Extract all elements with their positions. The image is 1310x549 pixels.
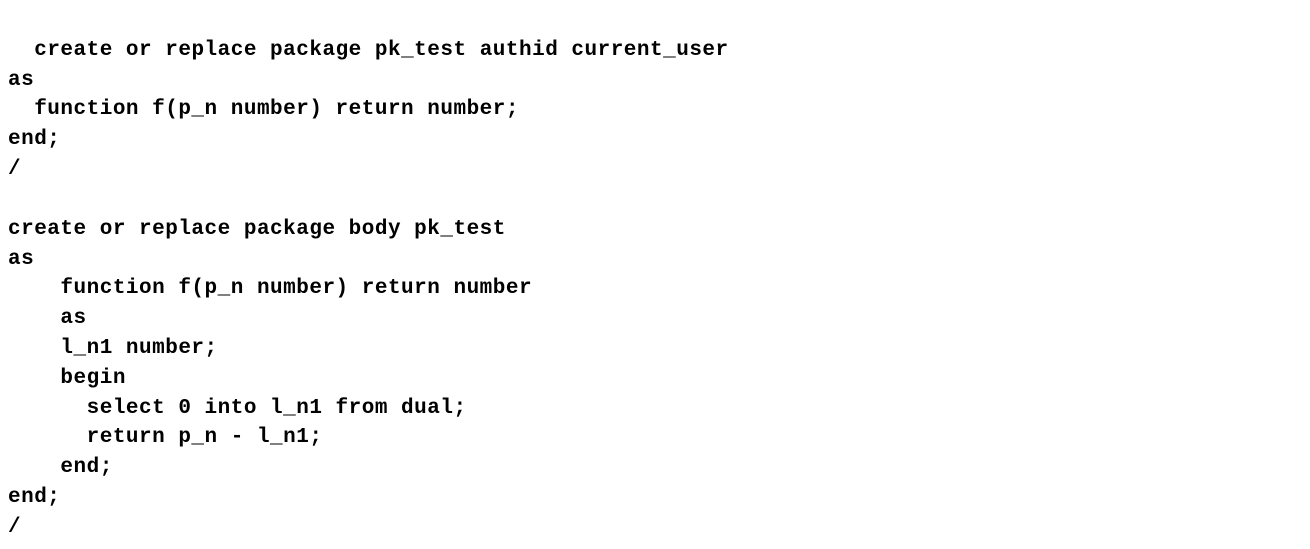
code-block: create or replace package pk_test authid… xyxy=(8,6,1302,543)
code-line: / xyxy=(8,158,21,181)
code-line: create or replace package body pk_test xyxy=(8,218,506,241)
code-line: create or replace package pk_test authid… xyxy=(34,39,728,62)
code-line: l_n1 number; xyxy=(8,337,218,360)
code-line: end; xyxy=(8,456,113,479)
code-line: function f(p_n number) return number xyxy=(8,277,532,300)
code-line: as xyxy=(8,69,34,92)
code-line: select 0 into l_n1 from dual; xyxy=(8,397,467,420)
code-line: end; xyxy=(8,128,60,151)
code-line: end; xyxy=(8,486,60,509)
code-line: function f(p_n number) return number; xyxy=(8,98,519,121)
code-line: begin xyxy=(8,367,126,390)
code-line: as xyxy=(8,307,87,330)
code-line: as xyxy=(8,248,34,271)
code-line: / xyxy=(8,516,21,539)
code-line: return p_n - l_n1; xyxy=(8,426,322,449)
